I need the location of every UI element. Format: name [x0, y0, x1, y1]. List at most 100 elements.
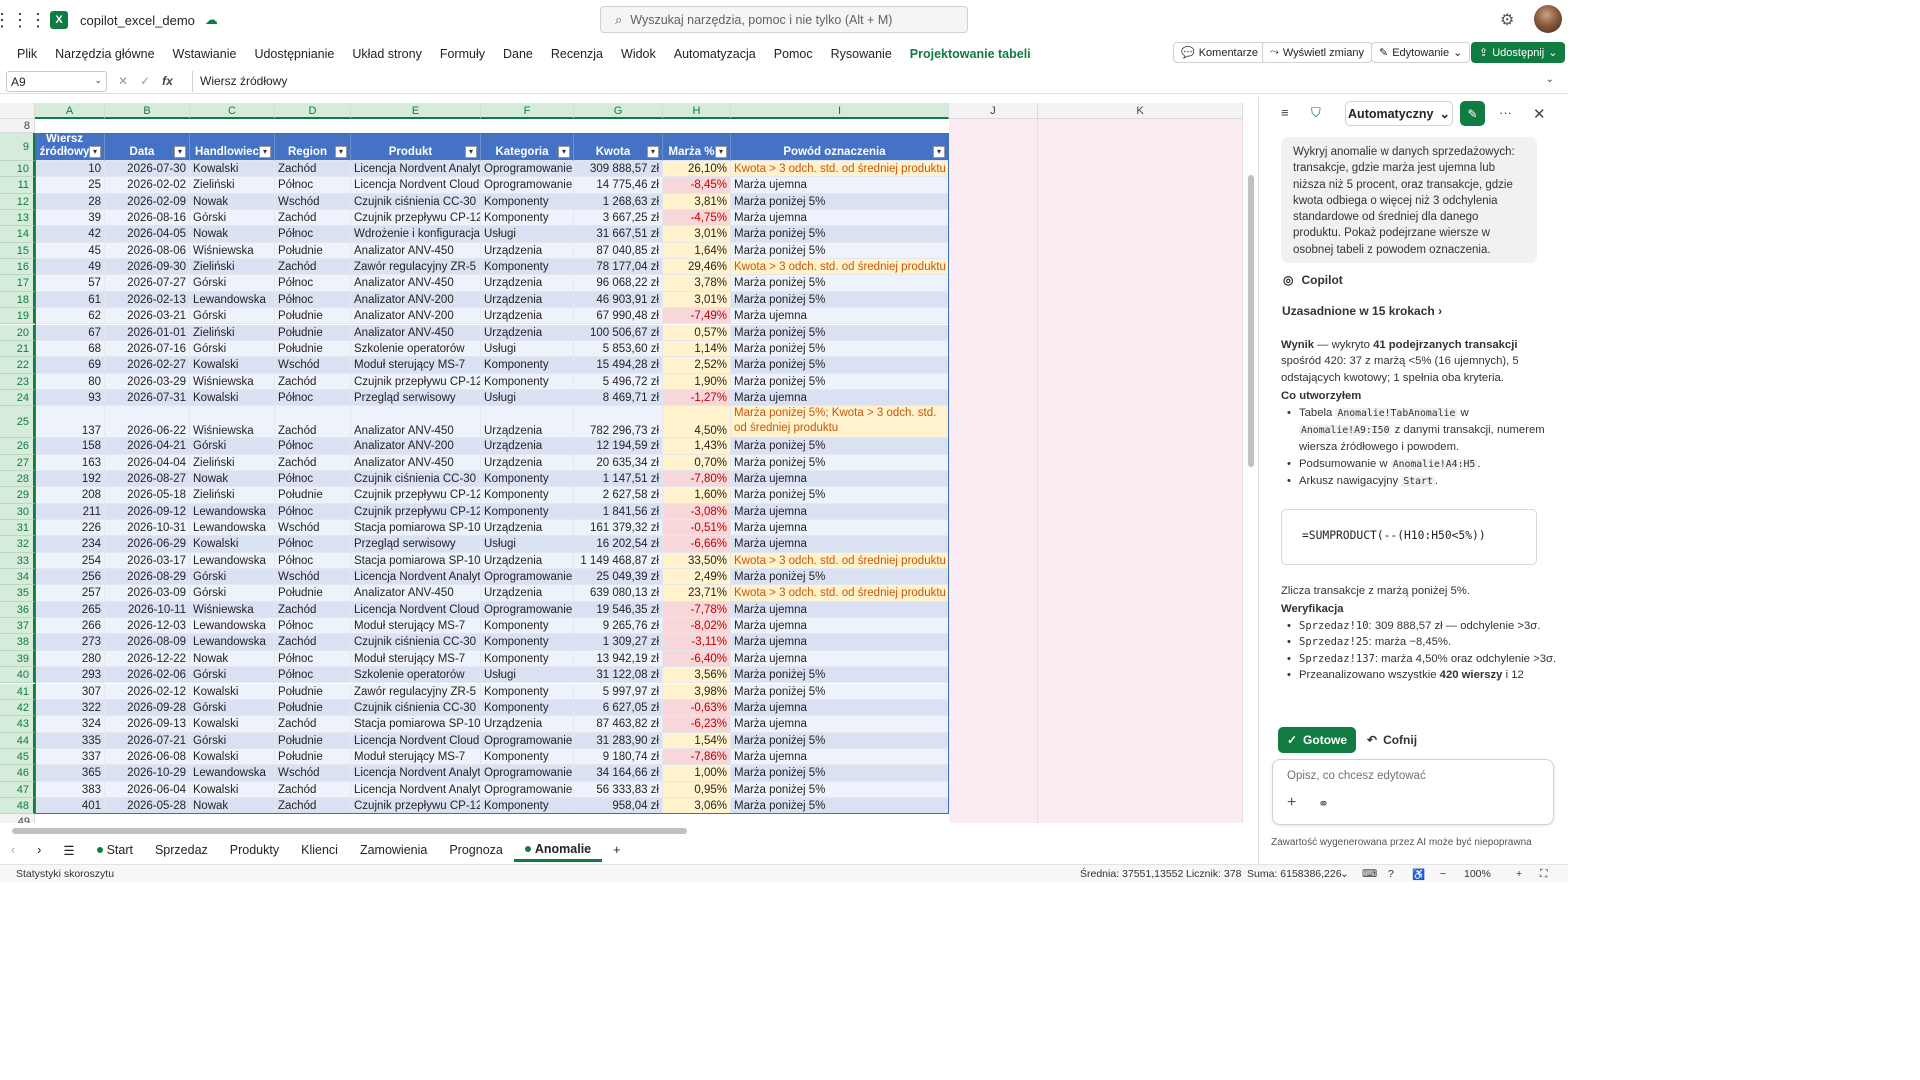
table-cell[interactable]: Marża ujemna	[731, 748, 949, 766]
table-cell[interactable]: 137	[35, 406, 105, 439]
table-cell[interactable]: 3,81%	[663, 193, 731, 211]
table-cell[interactable]: Urządzenia	[481, 552, 574, 570]
table-cell[interactable]: Marża ujemna	[731, 177, 949, 194]
table-cell[interactable]: Komponenty	[481, 259, 574, 276]
table-cell[interactable]: Kowalski	[190, 389, 275, 407]
table-cell[interactable]: 234	[35, 536, 105, 553]
row-header[interactable]: 45	[0, 748, 35, 766]
table-cell[interactable]: 1,00%	[663, 765, 731, 782]
table-cell[interactable]: Przegląd serwisowy	[351, 389, 481, 407]
table-cell[interactable]: 19 546,35 zł	[574, 601, 663, 619]
row-header[interactable]: 11	[0, 177, 35, 194]
table-cell[interactable]: Górski	[190, 438, 275, 455]
table-cell[interactable]: Kwota > 3 odch. std. od średniej produkt…	[731, 259, 949, 276]
table-cell[interactable]: Kowalski	[190, 781, 275, 798]
name-box[interactable]: A9 ⌄	[6, 71, 107, 92]
table-cell[interactable]: Marża ujemna	[731, 536, 949, 553]
row-header[interactable]: 32	[0, 536, 35, 553]
row-header[interactable]: 17	[0, 275, 35, 292]
chevron-down-icon[interactable]: ⌄	[1340, 868, 1349, 880]
table-cell[interactable]: Komponenty	[481, 357, 574, 374]
table-cell[interactable]: 20 635,34 zł	[574, 454, 663, 471]
table-cell[interactable]: Licencja Nordvent Cloud	[351, 177, 481, 194]
row-header[interactable]: 40	[0, 667, 35, 684]
table-cell[interactable]: 2026-08-29	[105, 569, 190, 586]
table-cell[interactable]: Marża ujemna	[731, 716, 949, 733]
table-cell[interactable]: Komponenty	[481, 650, 574, 668]
menu-2[interactable]: Wstawianie	[164, 47, 246, 61]
table-cell[interactable]: 31 667,51 zł	[574, 226, 663, 243]
table-cell[interactable]: Analizator ANV-450	[351, 275, 481, 292]
table-cell[interactable]: Północ	[275, 226, 351, 243]
help-icon[interactable]: ?	[1388, 868, 1394, 880]
select-all-corner[interactable]	[0, 103, 35, 119]
table-cell[interactable]: 2026-08-27	[105, 470, 190, 488]
table-cell[interactable]: 2026-03-29	[105, 373, 190, 390]
table-cell[interactable]: Usługi	[481, 536, 574, 553]
table-cell[interactable]: Analizator ANV-200	[351, 308, 481, 325]
table-cell[interactable]: Urządzenia	[481, 308, 574, 325]
table-cell[interactable]: Kwota > 3 odch. std. od średniej produkt…	[731, 552, 949, 570]
table-header-0[interactable]: Wiersz źródłowy ▾	[35, 133, 105, 161]
table-cell[interactable]: Moduł sterujący MS-7	[351, 618, 481, 635]
table-cell[interactable]: 309 888,57 zł	[574, 161, 663, 178]
table-cell[interactable]: -0,51%	[663, 520, 731, 537]
scroll-thumb[interactable]	[1248, 175, 1254, 467]
table-cell[interactable]: Północ	[275, 438, 351, 455]
table-cell[interactable]: Komponenty	[481, 748, 574, 766]
table-cell[interactable]: Marża ujemna	[731, 210, 949, 227]
table-cell[interactable]: Czujnik przepływu CP-12	[351, 503, 481, 520]
table-cell[interactable]: 254	[35, 552, 105, 570]
table-cell[interactable]: 365	[35, 765, 105, 782]
table-cell[interactable]: Usługi	[481, 226, 574, 243]
table-cell[interactable]: Kowalski	[190, 748, 275, 766]
undo-button[interactable]: ↶ Cofnij	[1367, 733, 1417, 747]
reasoning-steps-link[interactable]: Uzasadnione w 15 krokach ›	[1282, 304, 1442, 318]
table-cell[interactable]: 2026-10-11	[105, 601, 190, 619]
table-header-2[interactable]: Handlowiec ▾	[190, 133, 275, 161]
table-cell[interactable]: Marża poniżej 5%	[731, 765, 949, 782]
table-cell[interactable]: 192	[35, 470, 105, 488]
table-cell[interactable]: 9 265,76 zł	[574, 618, 663, 635]
table-cell[interactable]: Kowalski	[190, 716, 275, 733]
table-cell[interactable]: 8 469,71 zł	[574, 389, 663, 407]
table-cell[interactable]: Zachód	[275, 406, 351, 439]
menu-6[interactable]: Dane	[494, 47, 542, 61]
more-options-icon[interactable]: ···	[1499, 105, 1512, 120]
settings-gear-icon[interactable]: ⚙	[1500, 10, 1514, 30]
table-cell[interactable]: 29,46%	[663, 259, 731, 276]
table-cell[interactable]: Szkolenie operatorów	[351, 667, 481, 684]
column-header-D[interactable]: D	[275, 103, 351, 119]
table-cell[interactable]: 3,56%	[663, 667, 731, 684]
accessibility-icon[interactable]: ♿	[1412, 868, 1425, 881]
v1-code[interactable]: Sprzedaz!10	[1299, 620, 1369, 632]
table-cell[interactable]: 2026-04-04	[105, 454, 190, 471]
table-cell[interactable]: 49	[35, 259, 105, 276]
table-cell[interactable]: Urządzenia	[481, 716, 574, 733]
row-header[interactable]: 19	[0, 308, 35, 325]
menu-1[interactable]: Narzędzia główne	[46, 47, 163, 61]
table-cell[interactable]: 0,57%	[663, 324, 731, 341]
table-cell[interactable]: Lewandowska	[190, 634, 275, 651]
table-cell[interactable]: Marża poniżej 5%	[731, 781, 949, 798]
formula-code-block[interactable]: =SUMPRODUCT(--(H10:H50<5%))	[1281, 509, 1537, 565]
table-cell[interactable]: Oprogramowanie	[481, 177, 574, 194]
app-launcher-icon[interactable]: ⋮⋮⋮	[0, 0, 47, 40]
table-cell[interactable]: -6,23%	[663, 716, 731, 733]
table-cell[interactable]: 31 283,90 zł	[574, 732, 663, 749]
table-cell[interactable]: 2026-02-02	[105, 177, 190, 194]
function-icon[interactable]: fx	[162, 74, 173, 88]
table-cell[interactable]: Analizator ANV-450	[351, 454, 481, 471]
table-cell[interactable]: Wschód	[275, 765, 351, 782]
table-cell[interactable]: Licencja Nordvent Analytics	[351, 161, 481, 178]
table-cell[interactable]: Kowalski	[190, 357, 275, 374]
table-header-7[interactable]: Marża % ▾	[663, 133, 731, 161]
table-cell[interactable]: Komponenty	[481, 683, 574, 700]
table-cell[interactable]: 639 080,13 zł	[574, 585, 663, 602]
table-cell[interactable]: Komponenty	[481, 470, 574, 488]
table-cell[interactable]: 3,01%	[663, 291, 731, 309]
filter-dropdown-icon[interactable]: ▾	[335, 146, 347, 158]
table-cell[interactable]: Marża poniżej 5%	[731, 275, 949, 292]
scroll-thumb[interactable]	[12, 828, 687, 834]
table-cell[interactable]: Analizator ANV-450	[351, 324, 481, 341]
